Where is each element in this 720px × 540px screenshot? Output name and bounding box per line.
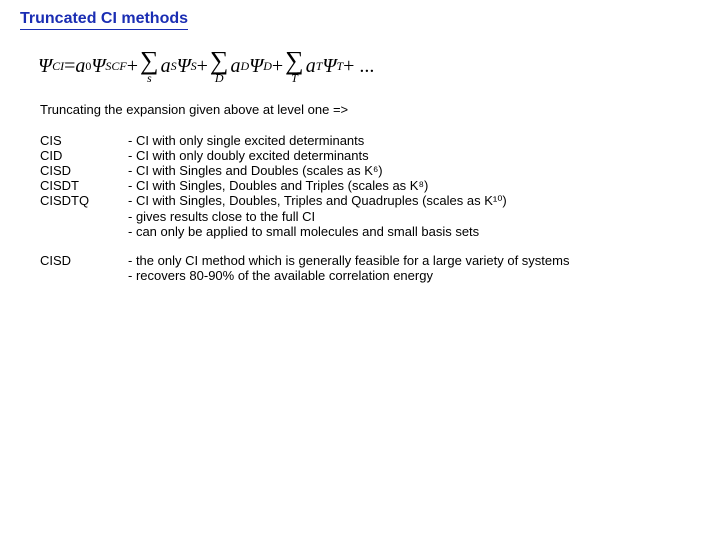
table-row: CISD - the only CI method which is gener…	[40, 253, 587, 283]
a-d: a	[230, 55, 240, 78]
a0: a	[75, 55, 85, 78]
method-label: CISD	[40, 163, 128, 178]
desc-line: - CI with Singles, Doubles and Triples (…	[128, 178, 569, 193]
a-t-sub: T	[316, 59, 323, 74]
method-desc: - CI with Singles, Doubles, Triples and …	[128, 193, 587, 239]
table-row: CISDTQ - CI with Singles, Doubles, Tripl…	[40, 193, 587, 239]
method-desc: - CI with only doubly excited determinan…	[128, 148, 587, 163]
method-desc: - CI with only single excited determinan…	[128, 133, 587, 148]
equation-row: ΨCI = a0 ΨSCF + ∑ s aS ΨS + ∑ D aD ΨD + …	[38, 48, 700, 84]
desc-line: - recovers 80-90% of the available corre…	[128, 268, 569, 283]
a-s: a	[161, 55, 171, 78]
table-row: CISDT - CI with Singles, Doubles and Tri…	[40, 178, 587, 193]
a-t: a	[306, 55, 316, 78]
psi-ci-sub: CI	[52, 59, 64, 74]
psi-t-sub: T	[336, 59, 343, 74]
desc-line: - CI with Singles, Doubles, Triples and …	[128, 193, 569, 209]
a-d-sub: D	[240, 59, 249, 74]
psi-t: Ψ	[322, 55, 336, 78]
desc-line: - CI with only single excited determinan…	[128, 133, 569, 148]
method-desc: - the only CI method which is generally …	[128, 253, 587, 283]
psi-ci: Ψ	[38, 55, 52, 78]
psi-s: Ψ	[177, 55, 191, 78]
method-label: CISDTQ	[40, 193, 128, 239]
sum-d-under: D	[215, 72, 224, 84]
sum-s-under: s	[147, 72, 152, 84]
plus-3: +	[272, 55, 283, 78]
desc-line: - the only CI method which is generally …	[128, 253, 569, 268]
table-row: CIS - CI with only single excited determ…	[40, 133, 587, 148]
desc-line: - can only be applied to small molecules…	[128, 224, 569, 239]
method-label: CISDT	[40, 178, 128, 193]
desc-line: - CI with only doubly excited determinan…	[128, 148, 569, 163]
psi-scf: Ψ	[91, 55, 105, 78]
desc-line: - CI with Singles and Doubles (scales as…	[128, 163, 569, 178]
plus-2: +	[197, 55, 208, 78]
sum-t-under: T	[291, 72, 298, 84]
psi-d-sub: D	[263, 59, 272, 74]
method-desc: - CI with Singles, Doubles and Triples (…	[128, 178, 587, 193]
plus-1: +	[127, 55, 138, 78]
intro-text: Truncating the expansion given above at …	[40, 102, 700, 117]
method-label: CIS	[40, 133, 128, 148]
sum-t: ∑ T	[285, 48, 304, 84]
slide: Truncated CI methods ΨCI = a0 ΨSCF + ∑ s…	[0, 0, 720, 293]
psi-scf-sub: SCF	[105, 59, 126, 74]
method-desc: - CI with Singles and Doubles (scales as…	[128, 163, 587, 178]
spacer-row	[40, 239, 587, 253]
table-row: CID - CI with only doubly excited determ…	[40, 148, 587, 163]
method-label: CISD	[40, 253, 128, 283]
sum-d: ∑ D	[210, 48, 229, 84]
ci-expansion-equation: ΨCI = a0 ΨSCF + ∑ s aS ΨS + ∑ D aD ΨD + …	[38, 48, 700, 84]
table-row: CISD - CI with Singles and Doubles (scal…	[40, 163, 587, 178]
eq-sign: =	[64, 55, 75, 78]
method-label: CID	[40, 148, 128, 163]
sum-s: ∑ s	[140, 48, 159, 84]
methods-table: CIS - CI with only single excited determ…	[40, 133, 587, 283]
desc-line: - gives results close to the full CI	[128, 209, 569, 224]
eq-trail: + ...	[343, 55, 374, 78]
slide-title: Truncated CI methods	[20, 10, 188, 30]
psi-d: Ψ	[249, 55, 263, 78]
